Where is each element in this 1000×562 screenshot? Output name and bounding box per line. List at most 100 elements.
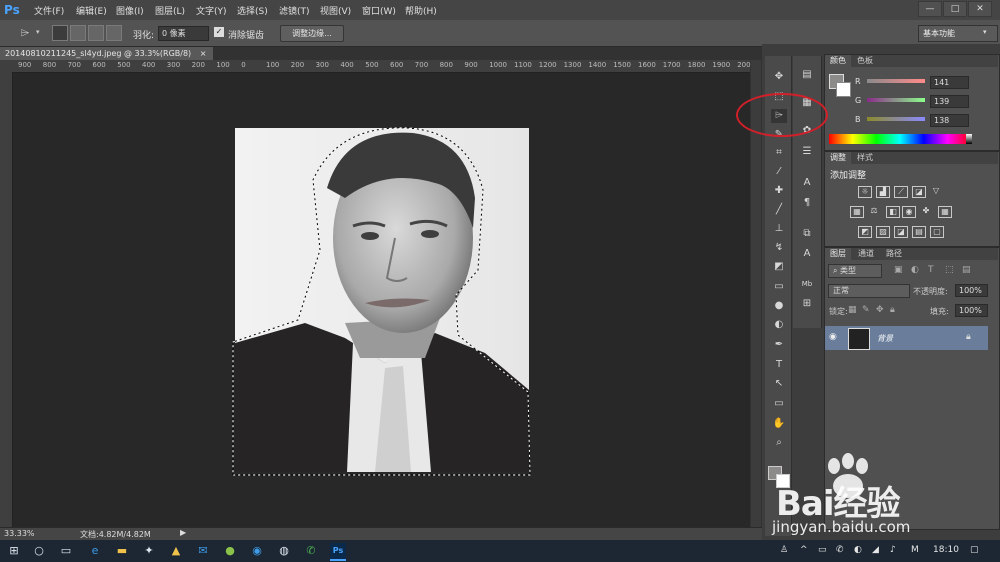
filter-smart-object-icon[interactable]: ▤ xyxy=(962,265,971,275)
filter-shape-icon[interactable]: ⬚ xyxy=(945,265,954,275)
eyedropper-tool-icon[interactable]: ⁄ xyxy=(771,165,787,179)
lock-pixels-icon[interactable]: ✎ xyxy=(862,305,870,315)
tab-styles[interactable]: 样式 xyxy=(852,152,878,164)
levels-icon[interactable]: ▟ xyxy=(876,186,890,198)
wechat-icon[interactable]: ✆ xyxy=(303,543,319,559)
feather-input[interactable]: 0 像素 xyxy=(158,26,209,41)
lock-transparent-icon[interactable]: ▦ xyxy=(848,305,857,315)
blue-value[interactable]: 138 xyxy=(930,114,969,127)
subtract-selection-icon[interactable] xyxy=(88,25,104,41)
new-selection-icon[interactable] xyxy=(52,25,68,41)
mini-bridge-panel-icon[interactable]: Mb xyxy=(799,277,815,291)
people-icon[interactable]: ♙ xyxy=(780,545,788,555)
menu-image[interactable]: 图像(I) xyxy=(116,4,144,17)
clone-stamp-tool-icon[interactable]: ⊥ xyxy=(771,222,787,236)
color-lookup-icon[interactable]: ▦ xyxy=(938,206,952,218)
filter-pixel-icon[interactable]: ▣ xyxy=(894,265,903,275)
menu-select[interactable]: 选择(S) xyxy=(237,4,268,17)
pen-tool-icon[interactable]: ✒ xyxy=(771,338,787,352)
color-balance-icon[interactable]: ⚖ xyxy=(868,206,880,216)
tray-chevron-icon[interactable]: ^ xyxy=(800,545,808,555)
black-white-icon[interactable]: ◧ xyxy=(886,206,900,218)
app-icon[interactable]: ✦ xyxy=(141,543,157,559)
maximize-button[interactable]: □ xyxy=(943,1,967,17)
eraser-tool-icon[interactable]: ◩ xyxy=(771,260,787,274)
app-icon[interactable]: ▲ xyxy=(168,543,184,559)
volume-icon[interactable]: ♪ xyxy=(890,545,896,555)
green-value[interactable]: 139 xyxy=(930,95,969,108)
app-icon[interactable]: ✉ xyxy=(195,543,211,559)
menu-edit[interactable]: 编辑(E) xyxy=(76,4,107,17)
zoom-level[interactable]: 33.33% xyxy=(4,529,35,538)
lock-all-icon[interactable]: 🔒︎ xyxy=(890,305,895,315)
green-slider[interactable] xyxy=(867,98,925,102)
history-panel-icon[interactable]: ▤ xyxy=(799,68,815,82)
add-selection-icon[interactable] xyxy=(70,25,86,41)
filter-adjustment-icon[interactable]: ◐ xyxy=(911,265,919,275)
menu-window[interactable]: 窗口(W) xyxy=(362,4,396,17)
app-icon[interactable]: ◍ xyxy=(276,543,292,559)
blur-tool-icon[interactable]: ● xyxy=(771,299,787,313)
color-spectrum[interactable] xyxy=(829,134,971,144)
gradient-tool-icon[interactable]: ▭ xyxy=(771,280,787,294)
menu-help[interactable]: 帮助(H) xyxy=(405,4,437,17)
paragraph-panel-icon[interactable]: ¶ xyxy=(799,196,815,210)
selective-color-icon[interactable]: ▢ xyxy=(930,226,944,238)
tab-swatches[interactable]: 色板 xyxy=(852,55,878,67)
tray-app-icon[interactable]: ▭ xyxy=(818,545,827,555)
document-tab[interactable]: 20140810211245_sl4yd.jpeg @ 33.3%(RGB/8)… xyxy=(0,47,213,60)
notification-icon[interactable]: ▢ xyxy=(970,545,979,555)
red-slider[interactable] xyxy=(867,79,925,83)
background-color-swatch[interactable] xyxy=(836,82,851,97)
app-icon[interactable]: ● xyxy=(222,543,238,559)
posterize-icon[interactable]: ▨ xyxy=(876,226,890,238)
close-tab-icon[interactable]: × xyxy=(200,49,207,58)
blend-mode-select[interactable]: 正常 xyxy=(828,284,910,298)
dodge-tool-icon[interactable]: ◐ xyxy=(771,318,787,332)
path-selection-tool-icon[interactable]: ↖ xyxy=(771,377,787,391)
tab-layers[interactable]: 图层 xyxy=(825,248,851,260)
network-icon[interactable]: ◢ xyxy=(872,545,879,555)
crop-tool-icon[interactable]: ⌗ xyxy=(771,146,787,160)
visibility-eye-icon[interactable]: ◉ xyxy=(829,332,837,342)
tab-paths[interactable]: 路径 xyxy=(881,248,907,260)
status-menu-arrow-icon[interactable]: ▶ xyxy=(180,528,186,537)
chevron-down-icon[interactable]: ▾ xyxy=(36,28,40,36)
menu-layer[interactable]: 图层(L) xyxy=(155,4,185,17)
glyphs-panel-icon[interactable]: A xyxy=(799,247,815,261)
tray-app-icon[interactable]: ◐ xyxy=(854,545,862,555)
search-icon[interactable]: ○ xyxy=(31,543,47,559)
refine-edge-button[interactable]: 调整边缘... xyxy=(280,25,344,42)
vertical-ruler[interactable] xyxy=(0,72,13,527)
tab-adjustments[interactable]: 调整 xyxy=(825,152,851,164)
healing-brush-tool-icon[interactable]: ✚ xyxy=(771,184,787,198)
tab-channels[interactable]: 通道 xyxy=(853,248,879,260)
fill-input[interactable]: 100% xyxy=(955,304,988,317)
input-method-indicator[interactable]: M xyxy=(911,545,919,555)
app-icon[interactable]: ◉ xyxy=(249,543,265,559)
curves-icon[interactable]: ⟋ xyxy=(894,186,908,198)
polygonal-lasso-preset-icon[interactable]: ⌲ xyxy=(14,25,36,41)
vibrance-icon[interactable]: ▽ xyxy=(930,186,942,196)
gradient-map-icon[interactable]: ▤ xyxy=(912,226,926,238)
exposure-icon[interactable]: ◪ xyxy=(912,186,926,198)
layer-filter-select[interactable]: ⌕ 类型 xyxy=(828,264,882,278)
file-explorer-icon[interactable]: ▬ xyxy=(114,543,130,559)
tab-color[interactable]: 颜色 xyxy=(825,55,851,67)
rectangle-tool-icon[interactable]: ▭ xyxy=(771,397,787,411)
channel-mixer-icon[interactable]: ✤ xyxy=(920,206,932,216)
move-tool-icon[interactable]: ✥ xyxy=(771,70,787,84)
menu-type[interactable]: 文字(Y) xyxy=(196,4,227,17)
photo-filter-icon[interactable]: ◉ xyxy=(902,206,916,218)
type-tool-icon[interactable]: T xyxy=(771,358,787,372)
brightness-contrast-icon[interactable]: ☼ xyxy=(858,186,872,198)
grayscale-ramp[interactable] xyxy=(966,134,972,144)
history-brush-tool-icon[interactable]: ↯ xyxy=(771,241,787,255)
character-panel-icon[interactable]: A xyxy=(799,176,815,190)
clone-source-panel-icon[interactable]: ⧉ xyxy=(799,227,815,241)
brush-tool-icon[interactable]: ╱ xyxy=(771,203,787,217)
start-button-icon[interactable]: ⊞ xyxy=(6,543,22,559)
hand-tool-icon[interactable]: ✋ xyxy=(771,417,787,431)
menu-file[interactable]: 文件(F) xyxy=(34,4,64,17)
task-view-icon[interactable]: ▭ xyxy=(58,543,74,559)
